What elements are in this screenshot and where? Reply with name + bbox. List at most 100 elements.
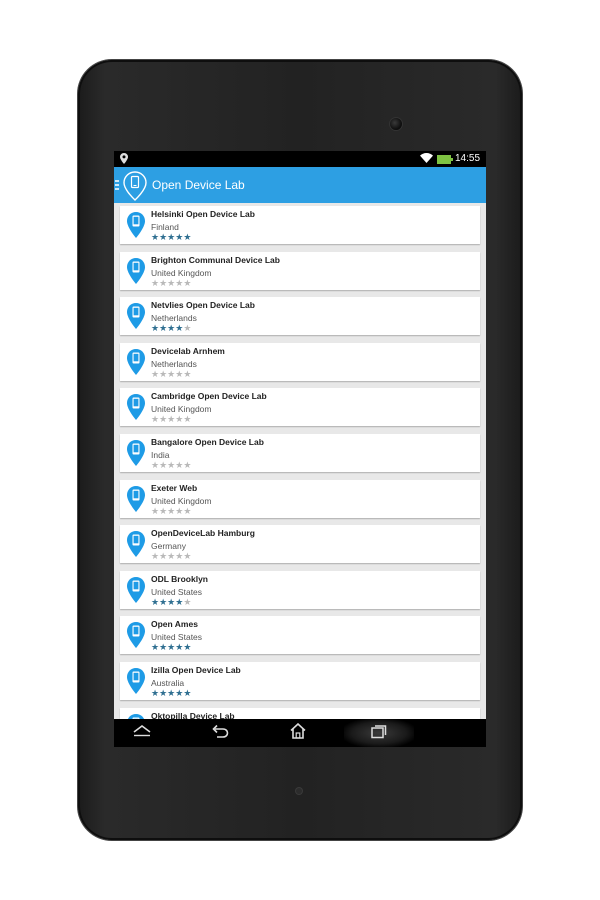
star-empty-icon: ★	[159, 414, 168, 425]
lab-pin-icon	[126, 485, 146, 518]
home-icon	[289, 722, 307, 744]
app-logo-pin-icon[interactable]	[123, 171, 147, 206]
star-empty-icon: ★	[183, 459, 192, 470]
lab-rating: ★★★★★	[151, 552, 191, 561]
lab-country: United States	[151, 586, 203, 597]
lab-pin-icon	[126, 348, 146, 381]
lab-pin-icon	[126, 211, 146, 244]
app-title: Open Device Lab	[152, 178, 245, 192]
star-empty-icon: ★	[159, 277, 168, 288]
lab-country: Finland	[151, 222, 179, 232]
lab-pin-icon	[126, 667, 146, 700]
star-filled-icon: ★	[159, 687, 168, 698]
lab-rating: ★★★★★	[151, 596, 192, 607]
star-filled-icon: ★	[151, 642, 160, 653]
lab-name: Brighton Communal Device Lab	[151, 254, 280, 265]
lab-pin-icon	[126, 439, 146, 472]
status-bar: 14:55	[114, 151, 486, 167]
drawer-indicator-icon[interactable]	[115, 180, 119, 192]
location-pin-icon	[120, 153, 128, 167]
lab-pin-icon	[126, 257, 146, 290]
star-empty-icon: ★	[159, 368, 168, 379]
lab-country: Germany	[151, 541, 186, 552]
star-filled-icon: ★	[159, 642, 168, 653]
lab-list-item[interactable]: Devicelab Arnhem Netherlands ★★★★★	[120, 342, 480, 381]
lab-rating: ★★★★★	[151, 368, 192, 379]
star-empty-icon: ★	[159, 459, 168, 470]
star-empty-icon: ★	[159, 505, 168, 516]
status-time: 14:55	[455, 153, 481, 164]
app-bar: Open Device Lab	[114, 167, 486, 203]
lab-country: United States	[151, 632, 203, 643]
lab-name: Netvlies Open Device Lab	[151, 300, 255, 311]
lab-rating: ★★★★★	[151, 233, 191, 242]
lab-pin-icon	[126, 393, 146, 426]
star-filled-icon: ★	[159, 596, 168, 607]
lab-list-item[interactable]: Bangalore Open Device Lab India ★★★★★	[120, 433, 480, 472]
lab-country: United Kingdom	[151, 495, 212, 506]
navigation-bar	[114, 719, 486, 747]
lab-list-item[interactable]: OpenDeviceLab Hamburg Germany ★★★★★	[120, 525, 480, 564]
lab-name: Bangalore Open Device Lab	[151, 436, 264, 447]
lab-rating: ★★★★★	[151, 643, 191, 652]
lab-country: India	[151, 449, 170, 460]
lab-country: United Kingdom	[151, 267, 212, 278]
lab-name: Devicelab Arnhem	[151, 345, 225, 356]
lab-list-item[interactable]: Izilla Open Device Lab Australia ★★★★★	[120, 661, 480, 700]
star-filled-icon: ★	[151, 596, 160, 607]
star-empty-icon: ★	[183, 414, 192, 425]
star-empty-icon: ★	[151, 277, 160, 288]
lab-list: Helsinki Open Device Lab Finland ★★★★★ Brig…	[120, 206, 480, 747]
star-empty-icon: ★	[151, 505, 160, 516]
wifi-icon	[420, 153, 433, 166]
star-empty-icon: ★	[151, 551, 160, 562]
lab-name: OpenDeviceLab Hamburg	[151, 528, 255, 539]
lab-name: Open Ames	[151, 619, 198, 630]
lab-list-item[interactable]: Open Ames United States ★★★★★	[120, 616, 480, 655]
lab-country: Netherlands	[151, 313, 197, 324]
star-empty-icon: ★	[183, 277, 192, 288]
nav-back-button[interactable]	[122, 719, 162, 747]
lab-country: Australia	[151, 677, 185, 688]
star-empty-icon: ★	[183, 505, 192, 516]
lab-list-item[interactable]: Cambridge Open Device Lab United Kingdom ★…	[120, 388, 480, 427]
star-filled-icon: ★	[159, 323, 168, 334]
star-filled-icon: ★	[183, 232, 192, 242]
star-empty-icon: ★	[151, 368, 160, 379]
lab-pin-icon	[126, 621, 146, 654]
lab-pin-icon	[126, 576, 146, 609]
lab-name: ODL Brooklyn	[151, 573, 208, 584]
star-filled-icon: ★	[151, 323, 160, 334]
nav-undo-button[interactable]	[200, 719, 240, 747]
star-empty-icon: ★	[183, 596, 192, 607]
star-empty-icon: ★	[183, 323, 192, 334]
device-screen: 14:55 Open Device Lab Helsinki Open Devi…	[114, 151, 486, 747]
lab-list-item[interactable]: Netvlies Open Device Lab Netherlands ★★★★★	[120, 297, 480, 336]
star-empty-icon: ★	[183, 368, 192, 379]
lab-country: United Kingdom	[151, 404, 212, 415]
star-filled-icon: ★	[159, 232, 168, 242]
lab-name: Izilla Open Device Lab	[151, 664, 241, 675]
lab-list-item[interactable]: ODL Brooklyn United States ★★★★★	[120, 570, 480, 609]
lab-name: Helsinki Open Device Lab	[151, 209, 255, 219]
lab-country: Netherlands	[151, 358, 197, 369]
lab-list-item[interactable]: Helsinki Open Device Lab Finland ★★★★★	[120, 206, 480, 244]
nav-recent-apps-button[interactable]	[344, 719, 414, 747]
lab-rating: ★★★★★	[151, 324, 191, 333]
lab-list-item[interactable]: Exeter Web United Kingdom ★★★★★	[120, 479, 480, 518]
star-filled-icon: ★	[151, 232, 160, 242]
lab-name: Cambridge Open Device Lab	[151, 391, 267, 402]
star-empty-icon: ★	[159, 551, 168, 562]
recent-apps-icon	[370, 723, 388, 744]
battery-icon	[437, 155, 453, 164]
nav-home-button[interactable]	[278, 719, 318, 747]
lab-list-item[interactable]: Brighton Communal Device Lab United Kingd…	[120, 251, 480, 290]
lab-rating: ★★★★★	[151, 687, 192, 698]
star-empty-icon: ★	[151, 459, 160, 470]
lab-rating: ★★★★★	[151, 277, 192, 288]
star-filled-icon: ★	[183, 687, 192, 698]
undo-arrow-icon	[211, 724, 229, 743]
star-filled-icon: ★	[151, 687, 160, 698]
star-empty-icon: ★	[151, 414, 160, 425]
lab-pin-icon	[126, 530, 146, 563]
